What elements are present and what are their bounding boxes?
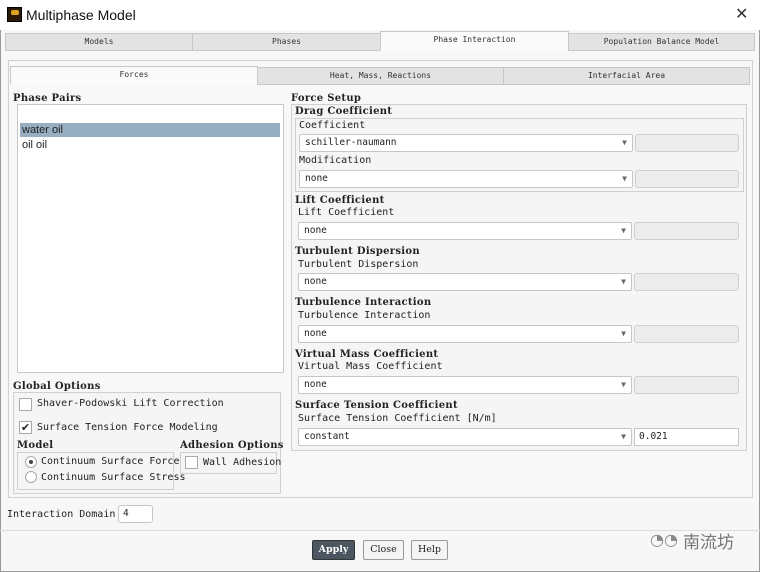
apply-button[interactable]: Apply [312,540,355,560]
chevron-down-icon: ▼ [621,380,626,389]
subtab-interfacial-area[interactable]: Interfacial Area [503,67,750,85]
close-button[interactable]: Close [363,540,404,560]
surface-tension-modeling-label: Surface Tension Force Modeling [37,422,218,433]
chevron-down-icon: ▼ [621,226,626,235]
modification-value: none [305,173,328,184]
window-title: Multiphase Model [26,7,136,23]
drag-coefficient-edit-field [635,134,739,152]
lift-coefficient-title: Lift Coefficient [295,195,385,206]
fluent-app-icon [7,7,22,22]
interaction-domain-id-input[interactable]: 4 [118,505,153,523]
surface-tension-method-value: constant [304,431,350,442]
close-icon[interactable]: ✕ [735,4,748,23]
adhesion-options-label: Adhesion Options [180,440,284,451]
drag-coefficient-dropdown[interactable]: schiller-naumann ▼ [299,134,633,152]
wall-adhesion-checkbox[interactable] [185,456,198,469]
chevron-down-icon: ▼ [622,174,627,183]
turbulence-interaction-edit-field [634,325,739,343]
global-options-label: Global Options [13,381,101,392]
virtual-mass-dropdown[interactable]: none ▼ [298,376,632,394]
virtual-mass-edit-field [634,376,739,394]
coefficient-label: Coefficient [299,120,366,131]
virtual-mass-value: none [304,379,327,390]
phase-pairs-label: Phase Pairs [13,93,82,104]
shaver-podowski-label: Shaver-Podowski Lift Correction [37,398,224,409]
shaver-podowski-checkbox[interactable] [19,398,32,411]
wall-adhesion-label: Wall Adhesion [203,457,282,468]
drag-coefficient-value: schiller-naumann [305,137,397,148]
chevron-down-icon: ▼ [621,432,626,441]
lift-coefficient-edit-field [634,222,739,240]
turbulent-dispersion-edit-field [634,273,739,291]
help-button[interactable]: Help [411,540,448,560]
turbulent-dispersion-value: none [304,276,327,287]
surface-tension-value-input[interactable]: 0.021 [634,428,739,446]
css-radio[interactable] [25,471,37,483]
modification-label: Modification [299,155,372,166]
surface-tension-coefficient-label: Surface Tension Coefficient [N/m] [298,413,497,424]
tab-phase-interaction[interactable]: Phase Interaction [380,31,569,51]
csf-label: Continuum Surface Force [41,456,180,467]
turbulent-dispersion-label: Turbulent Dispersion [298,259,419,270]
tab-models[interactable]: Models [5,33,193,51]
model-label: Model [17,440,54,451]
wechat-icon: ◔◔ [650,530,678,549]
turbulent-dispersion-title: Turbulent Dispersion [295,246,420,257]
turbulence-interaction-value: none [304,328,327,339]
subtab-heat-mass-reactions[interactable]: Heat, Mass, Reactions [257,67,504,85]
list-item-water-oil[interactable]: water oil [20,123,280,137]
drag-coefficient-title: Drag Coefficient [295,106,393,117]
surface-tension-coefficient-title: Surface Tension Coefficient [295,400,458,411]
csf-radio[interactable] [25,456,37,468]
chevron-down-icon: ▼ [621,277,626,286]
turbulence-interaction-dropdown[interactable]: none ▼ [298,325,632,343]
lift-coefficient-label: Lift Coefficient [298,207,395,218]
subtab-forces[interactable]: Forces [10,66,258,85]
divider [0,530,760,531]
turbulence-interaction-title: Turbulence Interaction [295,297,432,308]
chevron-down-icon: ▼ [621,329,626,338]
turbulence-interaction-label: Turbulence Interaction [298,310,431,321]
css-label: Continuum Surface Stress [41,472,186,483]
tab-population-balance-model[interactable]: Population Balance Model [568,33,755,51]
surface-tension-modeling-checkbox[interactable]: ✔ [19,421,32,434]
chevron-down-icon: ▼ [622,138,627,147]
lift-coefficient-dropdown[interactable]: none ▼ [298,222,632,240]
lift-coefficient-value: none [304,225,327,236]
list-item-oil-oil[interactable]: oil oil [20,138,280,152]
watermark: 南流坊 [683,533,734,553]
surface-tension-method-dropdown[interactable]: constant ▼ [298,428,632,446]
interaction-domain-id-label: Interaction Domain ID [7,509,134,520]
virtual-mass-label: Virtual Mass Coefficient [298,361,443,372]
virtual-mass-title: Virtual Mass Coefficient [295,349,439,360]
turbulent-dispersion-dropdown[interactable]: none ▼ [298,273,632,291]
phase-pairs-list[interactable]: water oil oil oil [17,104,284,373]
force-setup-label: Force Setup [291,93,362,104]
modification-edit-field [635,170,739,188]
modification-dropdown[interactable]: none ▼ [299,170,633,188]
tab-phases[interactable]: Phases [192,33,381,51]
